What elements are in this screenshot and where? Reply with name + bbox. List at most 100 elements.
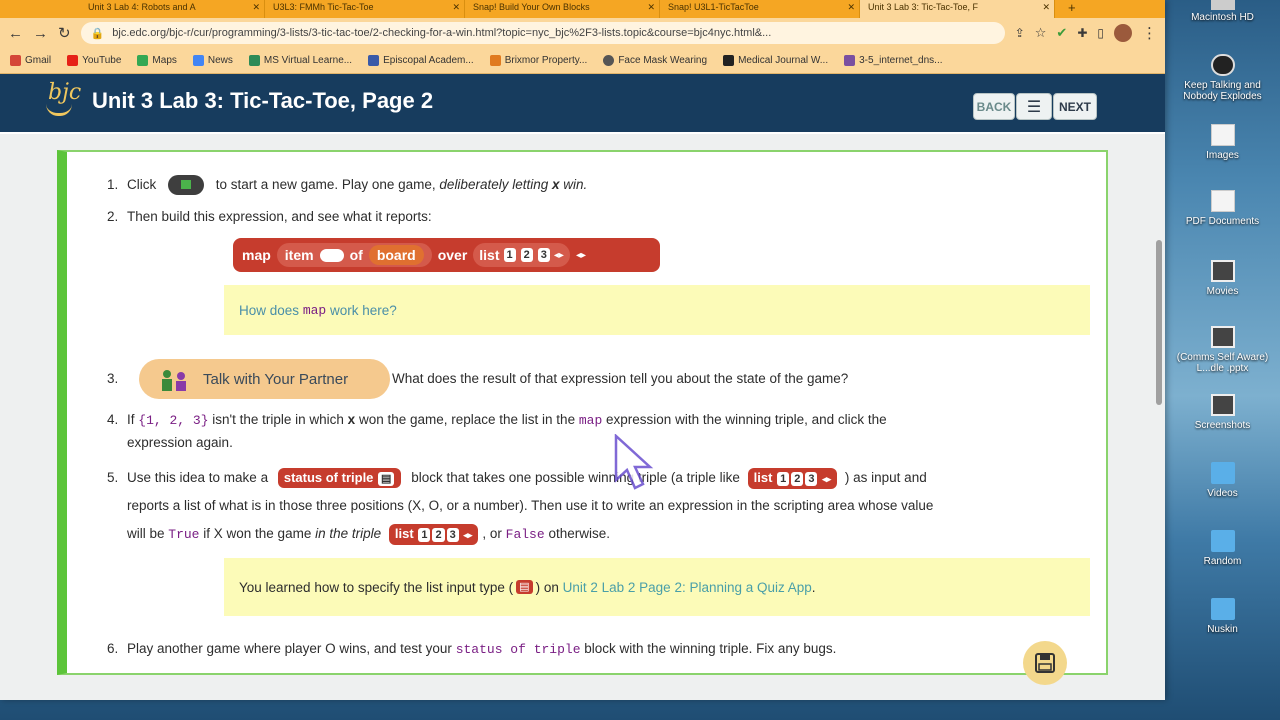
menu-dots-icon[interactable]: ⋮ xyxy=(1142,24,1157,42)
lesson-panel: 1. Click to start a new game. Play one g… xyxy=(57,150,1108,675)
bookmark-label: Face Mask Wearing xyxy=(618,55,708,66)
desktop-item-macintosh-hd[interactable]: Macintosh HD xyxy=(1170,0,1275,23)
bookmark-ms-virtual[interactable]: MS Virtual Learne... xyxy=(248,55,352,66)
sidebar-icon[interactable]: ▯ xyxy=(1097,26,1104,40)
back-arrow-icon[interactable]: ← xyxy=(8,25,23,42)
reload-icon[interactable]: ↻ xyxy=(58,24,71,42)
callout-map-question: How does map work here? xyxy=(224,285,1090,335)
bookmark-youtube[interactable]: YouTube xyxy=(67,55,121,66)
desktop-item-random[interactable]: Random xyxy=(1170,530,1275,567)
map-expression-block[interactable]: map item of board over list 1 2 3 ◂▸ ◂▸ xyxy=(233,238,660,272)
step-text: If xyxy=(127,412,135,427)
episcopal-icon xyxy=(368,55,380,66)
back-button[interactable]: BACK xyxy=(973,93,1015,120)
next-button[interactable]: NEXT xyxy=(1053,93,1097,120)
folder-icon xyxy=(1210,462,1235,484)
arrows-icon[interactable]: ◂▸ xyxy=(554,250,564,261)
close-icon[interactable]: ✕ xyxy=(452,2,460,13)
desktop-item-keep-talking[interactable]: Keep Talking and Nobody Explodes xyxy=(1170,54,1275,102)
ms-icon xyxy=(248,55,260,66)
desktop-item-screenshots[interactable]: Screenshots xyxy=(1170,394,1275,431)
browser-tab[interactable]: Unit 3 Lab 4: Robots and A ✕ xyxy=(80,0,265,18)
browser-tab[interactable]: Snap! Build Your Own Blocks ✕ xyxy=(465,0,660,18)
step-number: 4. xyxy=(107,412,119,427)
bookmark-medical-journal[interactable]: Medical Journal W... xyxy=(723,55,828,66)
save-button[interactable] xyxy=(1023,641,1067,685)
step-text: Use this idea to make a xyxy=(127,470,269,485)
close-icon[interactable]: ✕ xyxy=(847,2,855,13)
step-number: 6. xyxy=(107,641,119,656)
arrows-icon[interactable]: ◂▸ xyxy=(576,250,586,261)
extension-check-icon[interactable]: ✔ xyxy=(1056,25,1067,41)
close-icon[interactable]: ✕ xyxy=(647,2,655,13)
new-tab-icon[interactable]: + xyxy=(1060,0,1090,16)
extensions-puzzle-icon[interactable]: ✚ xyxy=(1077,26,1087,40)
bookmark-internet-dns[interactable]: 3-5_internet_dns... xyxy=(844,55,943,66)
code-true: True xyxy=(168,527,200,542)
tab-label: U3L3: FMMh Tic-Tac-Toe xyxy=(273,2,374,12)
list-item-slot: 2 xyxy=(432,527,445,542)
list-item-slot[interactable]: 2 xyxy=(520,248,533,262)
logo-smile xyxy=(46,104,72,116)
bookmark-news[interactable]: News xyxy=(192,55,233,66)
screenshot-thumbnail-icon xyxy=(1210,394,1235,416)
step-text: expression again. xyxy=(127,435,233,450)
bookmarks-bar: Gmail YouTube Maps News MS Virtual Learn… xyxy=(0,48,1165,74)
step-5-line-2: reports a list of what is in those three… xyxy=(127,492,933,520)
news-icon xyxy=(192,55,204,66)
step-text: will be xyxy=(127,526,165,541)
list-item-slot[interactable]: 3 xyxy=(537,248,550,262)
browser-tab[interactable]: Snap! U3L1-TicTacToe ✕ xyxy=(660,0,860,18)
list-block-example[interactable]: list 123 ◂▸ xyxy=(388,523,479,545)
desktop-item-videos[interactable]: Videos xyxy=(1170,462,1275,499)
profile-avatar[interactable] xyxy=(1114,24,1132,42)
status-of-triple-block[interactable]: status of triple ▤ xyxy=(277,468,402,489)
list-label: list xyxy=(394,525,414,541)
forward-arrow-icon[interactable]: → xyxy=(33,25,48,42)
desktop-item-movies[interactable]: Movies xyxy=(1170,260,1275,297)
step-3: 3. What does the result of that expressi… xyxy=(107,365,848,393)
bookmark-gmail[interactable]: Gmail xyxy=(10,55,51,66)
list-label: list xyxy=(753,469,773,485)
block-label: status of triple xyxy=(283,470,374,486)
tab-label: Snap! Build Your Own Blocks xyxy=(473,2,590,12)
star-icon[interactable]: ☆ xyxy=(1035,25,1047,41)
browser-tab[interactable]: U3L3: FMMh Tic-Tac-Toe ✕ xyxy=(265,0,465,18)
scrollbar-thumb[interactable] xyxy=(1156,240,1162,405)
browser-tab-active[interactable]: Unit 3 Lab 3: Tic-Tac-Toe, F ✕ xyxy=(860,0,1055,18)
list-item-slot[interactable]: 1 xyxy=(503,248,516,262)
desktop-item-pptx[interactable]: (Comms Self Aware) L...dle .pptx xyxy=(1170,326,1275,374)
bookmark-brixmor[interactable]: Brixmor Property... xyxy=(489,55,587,66)
callout-text: You learned how to specify the list inpu… xyxy=(239,579,514,595)
code-map: map xyxy=(302,302,327,318)
step-number: 3. xyxy=(107,371,119,386)
bookmark-face-mask[interactable]: Face Mask Wearing xyxy=(603,55,707,66)
desktop-item-nuskin[interactable]: Nuskin xyxy=(1170,598,1275,635)
presentation-thumbnail-icon xyxy=(1210,326,1235,348)
folder-icon xyxy=(1210,530,1235,552)
desktop-item-label: Movies xyxy=(1206,286,1239,297)
list-type-icon: ▤ xyxy=(516,580,533,594)
step-text: otherwise. xyxy=(548,526,610,541)
code-map: map xyxy=(578,413,603,428)
green-flag-button[interactable] xyxy=(168,175,205,196)
desktop-item-images[interactable]: Images xyxy=(1170,124,1275,161)
bookmark-label: News xyxy=(207,55,233,66)
close-icon[interactable]: ✕ xyxy=(252,2,260,13)
menu-button[interactable]: ☰ xyxy=(1016,93,1052,120)
bookmark-maps[interactable]: Maps xyxy=(137,55,177,66)
dropdown-toggle-icon[interactable] xyxy=(319,248,344,262)
url-field[interactable]: 🔒 bjc.edc.org/bjc-r/cur/programming/3-li… xyxy=(80,22,1005,44)
bookmark-episcopal[interactable]: Episcopal Academ... xyxy=(368,55,474,66)
share-icon[interactable]: ⇪ xyxy=(1015,26,1025,40)
step-emphasis: win. xyxy=(563,177,588,192)
bjc-logo[interactable]: bjc xyxy=(38,78,82,128)
unit2-lab2-link[interactable]: Unit 2 Lab 2 Page 2: Planning a Quiz App xyxy=(563,580,812,595)
list-block-example[interactable]: list 123 ◂▸ xyxy=(747,467,838,489)
image-file-icon xyxy=(1210,124,1235,146)
desktop-item-pdf-documents[interactable]: PDF Documents xyxy=(1170,190,1275,227)
desktop-item-label: Macintosh HD xyxy=(1191,12,1254,23)
bookmark-label: Gmail xyxy=(25,55,52,66)
close-icon[interactable]: ✕ xyxy=(1042,2,1050,13)
mouse-cursor-icon xyxy=(614,434,654,490)
